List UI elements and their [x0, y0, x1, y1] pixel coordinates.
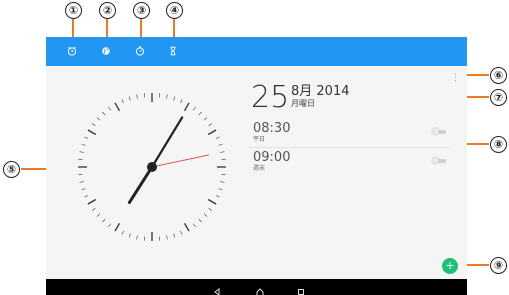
- clock-minute-tick: [220, 181, 225, 183]
- clock-minute-tick: [203, 213, 208, 217]
- clock-minute-tick: [96, 213, 101, 217]
- clock-second-hand: [151, 154, 210, 168]
- clock-minute-tick: [136, 94, 138, 99]
- clock-hour-tick: [183, 222, 190, 232]
- clock-minute-tick: [102, 218, 106, 223]
- clock-minute-tick: [192, 223, 196, 228]
- clock-minute-tick: [121, 99, 124, 104]
- date-weekday: 月曜日: [291, 99, 315, 108]
- alarm-time: 09:00: [253, 150, 291, 165]
- clock-minute-tick: [84, 195, 89, 198]
- clock-minute-tick: [173, 96, 176, 101]
- callout-7: ⑦: [490, 89, 507, 106]
- clock-minute-tick: [91, 123, 96, 127]
- alarm-icon[interactable]: [66, 45, 78, 57]
- clock-hour-hand: [127, 165, 154, 204]
- clock-minute-tick: [136, 235, 138, 240]
- clock-minute-tick: [166, 235, 168, 240]
- alarm-repeat-label: 平日: [253, 136, 266, 143]
- clock-hour-tick: [114, 222, 121, 232]
- clock-minute-tick: [218, 143, 223, 146]
- clock-hour-tick: [87, 129, 97, 136]
- clock-minute-tick: [84, 136, 89, 139]
- callout-9: ⑨: [490, 257, 507, 274]
- clock-minute-tick: [96, 117, 101, 121]
- timer-icon[interactable]: [167, 45, 179, 57]
- clock-minute-tick: [215, 136, 220, 139]
- clock-hour-tick: [114, 102, 121, 112]
- add-alarm-button[interactable]: +: [442, 258, 458, 274]
- home-icon[interactable]: [255, 282, 265, 295]
- leader-line-8: [466, 143, 489, 145]
- clock-minute-tick: [220, 151, 225, 153]
- clock-minute-tick: [198, 218, 202, 223]
- clock-hour-tick: [183, 102, 190, 112]
- clock-minute-tick: [79, 151, 84, 153]
- clock-minute-hand: [150, 116, 184, 169]
- clock-minute-tick: [128, 233, 131, 238]
- alarm-toggle[interactable]: [432, 157, 446, 164]
- clock-minute-tick: [215, 195, 220, 198]
- callout-4: ④: [166, 2, 183, 19]
- leader-line-3: [140, 19, 142, 37]
- tab-bar: [46, 37, 467, 66]
- overflow-menu-icon[interactable]: ⋮: [451, 71, 460, 85]
- clock-minute-tick: [91, 207, 96, 211]
- leader-line-4: [173, 19, 175, 37]
- alarm-item[interactable]: 08:30 平日: [249, 121, 449, 149]
- clock-minute-tick: [208, 123, 213, 127]
- alarm-repeat-label: 週末: [253, 165, 266, 172]
- leader-line-1: [72, 19, 74, 37]
- back-icon[interactable]: [212, 282, 222, 295]
- callout-2: ②: [99, 2, 116, 19]
- clock-hour-tick: [207, 198, 217, 205]
- clock-minute-tick: [198, 111, 202, 116]
- add-icon: +: [445, 259, 455, 272]
- clock-minute-tick: [180, 99, 183, 104]
- clock-minute-tick: [108, 223, 112, 228]
- alarm-toggle[interactable]: [432, 128, 446, 135]
- clock-center-cap: [147, 162, 157, 172]
- callout-1: ①: [65, 2, 82, 19]
- callout-5: ⑤: [3, 161, 20, 178]
- analog-clock: [78, 93, 226, 241]
- clock-minute-tick: [218, 188, 223, 191]
- clock-hour-tick: [207, 129, 217, 136]
- callout-8: ⑧: [490, 136, 507, 153]
- clock-minute-tick: [121, 230, 124, 235]
- date-month-year: 8月 2014: [291, 84, 350, 99]
- stopwatch-icon[interactable]: [134, 45, 146, 57]
- clock-minute-tick: [192, 106, 196, 111]
- alarm-time: 08:30: [253, 121, 291, 136]
- clock-minute-tick: [81, 188, 86, 191]
- world-clock-icon[interactable]: [100, 45, 112, 57]
- alarm-divider: [249, 147, 449, 148]
- callout-3: ③: [133, 2, 150, 19]
- clock-minute-tick: [203, 117, 208, 121]
- clock-minute-tick: [81, 143, 86, 146]
- clock-hour-tick: [87, 198, 97, 205]
- clock-minute-tick: [79, 181, 84, 183]
- clock-minute-tick: [208, 207, 213, 211]
- leader-line-2: [106, 19, 108, 37]
- date-day: 25: [251, 80, 290, 115]
- device-screen: ⋮ 25 8月 2014 月曜日 08:30 平日 09:00 週末 +: [46, 37, 467, 295]
- recents-icon[interactable]: [296, 282, 306, 295]
- clock-minute-tick: [166, 94, 168, 99]
- clock-minute-tick: [108, 106, 112, 111]
- navigation-bar: [46, 279, 467, 295]
- clock-minute-tick: [180, 230, 183, 235]
- alarm-item[interactable]: 09:00 週末: [249, 150, 449, 178]
- clock-minute-tick: [102, 111, 106, 116]
- clock-minute-tick: [128, 96, 131, 101]
- callout-6: ⑥: [490, 67, 507, 84]
- clock-minute-tick: [173, 233, 176, 238]
